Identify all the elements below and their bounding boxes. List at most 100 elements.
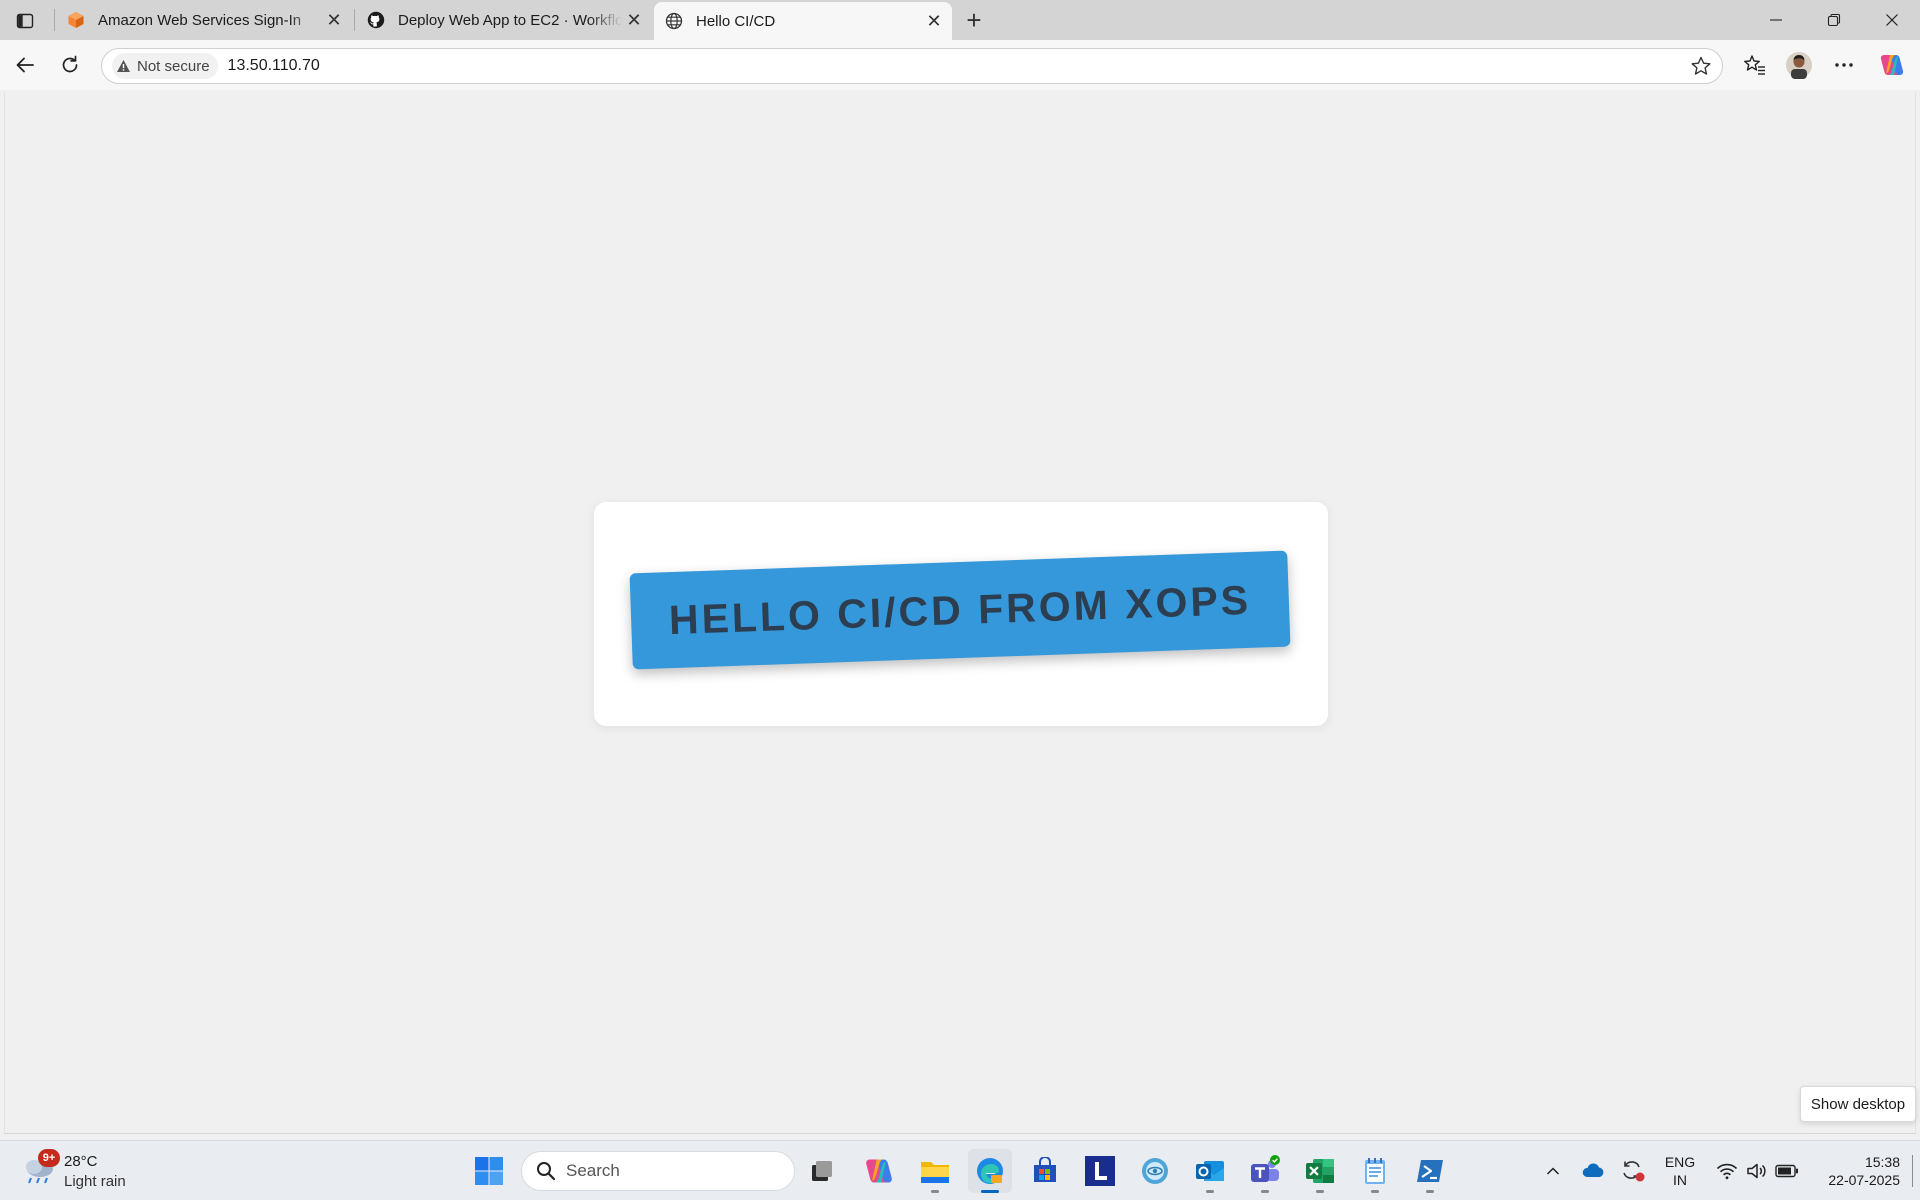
start-button[interactable] bbox=[467, 1149, 511, 1193]
chevron-up-icon bbox=[1546, 1167, 1560, 1175]
profile-button[interactable] bbox=[1782, 48, 1816, 82]
system-clock[interactable]: 15:38 22-07-2025 bbox=[1810, 1153, 1900, 1189]
aws-cube-icon bbox=[66, 10, 86, 30]
excel-icon bbox=[1306, 1159, 1334, 1183]
sync-alert-icon bbox=[1623, 1161, 1645, 1182]
onedrive-tray-button[interactable] bbox=[1578, 1155, 1608, 1187]
tab-separator bbox=[354, 9, 355, 31]
notepad-icon bbox=[1365, 1158, 1385, 1184]
show-desktop-tooltip: Show desktop bbox=[1800, 1086, 1916, 1122]
taskbar-search[interactable]: Search bbox=[521, 1151, 795, 1191]
microsoft-store-icon bbox=[1034, 1157, 1056, 1182]
powershell-button[interactable] bbox=[1408, 1149, 1452, 1193]
restore-button[interactable] bbox=[1806, 0, 1862, 40]
copilot-button[interactable] bbox=[1875, 48, 1909, 82]
file-explorer-icon bbox=[921, 1162, 949, 1183]
battery-tray-button[interactable] bbox=[1772, 1155, 1802, 1187]
vpn-app-button[interactable] bbox=[1133, 1149, 1177, 1193]
l-app-button[interactable] bbox=[1078, 1149, 1122, 1193]
settings-and-more-button[interactable] bbox=[1827, 48, 1861, 82]
input-language-indicator[interactable]: ENG IN bbox=[1655, 1153, 1705, 1189]
close-tab-icon[interactable]: ✕ bbox=[922, 9, 946, 33]
minimize-icon bbox=[1770, 19, 1782, 21]
weather-temperature: 28°C bbox=[64, 1153, 98, 1170]
close-window-button[interactable] bbox=[1864, 0, 1920, 40]
task-view-icon bbox=[812, 1161, 832, 1181]
tab-hello-cicd[interactable]: Hello CI/CD ✕ bbox=[654, 2, 952, 40]
refresh-icon bbox=[62, 55, 78, 73]
copilot-icon bbox=[866, 1159, 892, 1183]
site-info-button[interactable]: Not secure bbox=[112, 53, 218, 79]
content-card: HELLO CI/CD FROM XOPS bbox=[594, 502, 1328, 726]
windows-start-icon bbox=[475, 1157, 503, 1185]
close-tab-icon[interactable]: ✕ bbox=[622, 8, 646, 32]
notification-badge: 9+ bbox=[38, 1149, 60, 1167]
running-indicator bbox=[931, 1190, 939, 1193]
file-explorer-button[interactable] bbox=[913, 1149, 957, 1193]
minimize-button[interactable] bbox=[1748, 0, 1804, 40]
warning-icon bbox=[117, 60, 130, 72]
back-button[interactable] bbox=[8, 48, 42, 82]
teams-button[interactable] bbox=[1243, 1149, 1287, 1193]
microsoft-store-button[interactable] bbox=[1023, 1149, 1067, 1193]
l-app-icon bbox=[1085, 1156, 1115, 1186]
search-placeholder: Search bbox=[566, 1161, 620, 1180]
tab-aws-sign-in[interactable]: Amazon Web Services Sign-In ✕ bbox=[56, 0, 352, 40]
copilot-icon bbox=[1880, 55, 1904, 75]
favorite-star-icon[interactable] bbox=[1690, 55, 1712, 82]
sidebar-layout-icon bbox=[16, 13, 34, 29]
task-view-button[interactable] bbox=[800, 1149, 844, 1193]
running-indicator bbox=[1316, 1190, 1324, 1193]
battery-icon bbox=[1775, 1164, 1798, 1178]
restore-icon bbox=[1827, 13, 1841, 27]
not-secure-label: Not secure bbox=[137, 57, 210, 75]
hello-banner: HELLO CI/CD FROM XOPS bbox=[629, 550, 1291, 670]
new-tab-button[interactable]: + bbox=[958, 4, 990, 36]
network-tray-button[interactable] bbox=[1712, 1155, 1742, 1187]
tab-github-workflow[interactable]: Deploy Web App to EC2 · Workflow ✕ bbox=[356, 0, 652, 40]
page-heading: HELLO CI/CD FROM XOPS bbox=[668, 576, 1252, 643]
browser-toolbar: Not secure 13.50.110.70 bbox=[0, 40, 1920, 90]
globe-icon bbox=[664, 11, 684, 31]
running-indicator bbox=[1206, 1190, 1214, 1193]
wifi-icon bbox=[1716, 1163, 1738, 1180]
language-code: ENG bbox=[1664, 1154, 1696, 1170]
github-icon bbox=[366, 10, 386, 30]
vpn-app-icon bbox=[1142, 1158, 1168, 1184]
outlook-icon bbox=[1196, 1161, 1224, 1181]
taskbar: 9+ 28°C Light rain Search ENG IN 15:38 2… bbox=[0, 1140, 1920, 1200]
show-desktop-button[interactable] bbox=[1912, 1155, 1913, 1187]
close-tab-icon[interactable]: ✕ bbox=[322, 8, 346, 32]
teams-icon bbox=[1251, 1155, 1280, 1182]
url-text[interactable]: 13.50.110.70 bbox=[228, 57, 320, 75]
show-hidden-icons-button[interactable] bbox=[1538, 1155, 1568, 1187]
edge-taskbar-button[interactable] bbox=[968, 1149, 1012, 1193]
excel-button[interactable] bbox=[1298, 1149, 1342, 1193]
favorites-button[interactable] bbox=[1738, 48, 1772, 82]
plus-icon: + bbox=[966, 4, 982, 35]
running-indicator bbox=[1371, 1190, 1379, 1193]
refresh-button[interactable] bbox=[53, 48, 87, 82]
tab-title: Hello CI/CD bbox=[696, 12, 776, 30]
address-bar[interactable]: Not secure 13.50.110.70 bbox=[101, 48, 1723, 84]
weather-widget[interactable]: 9+ 28°C Light rain bbox=[22, 1149, 142, 1193]
powershell-icon bbox=[1417, 1160, 1443, 1182]
notepad-button[interactable] bbox=[1353, 1149, 1397, 1193]
onedrive-cloud-icon bbox=[1582, 1163, 1604, 1177]
outlook-button[interactable] bbox=[1188, 1149, 1232, 1193]
speaker-icon bbox=[1747, 1163, 1766, 1179]
sync-tray-button[interactable] bbox=[1618, 1155, 1648, 1187]
tab-actions-button[interactable] bbox=[8, 6, 42, 36]
tab-title: Deploy Web App to EC2 · Workflow bbox=[398, 11, 622, 29]
weather-condition: Light rain bbox=[64, 1173, 126, 1190]
volume-tray-button[interactable] bbox=[1742, 1155, 1772, 1187]
search-icon bbox=[537, 1162, 556, 1181]
page-viewport: HELLO CI/CD FROM XOPS bbox=[4, 92, 1916, 1134]
running-indicator bbox=[1426, 1190, 1434, 1193]
region-code: IN bbox=[1673, 1172, 1687, 1188]
edge-icon bbox=[977, 1158, 1003, 1184]
back-arrow-icon bbox=[16, 57, 34, 73]
favorites-list-icon bbox=[1744, 55, 1765, 75]
running-indicator bbox=[981, 1190, 999, 1193]
copilot-taskbar-button[interactable] bbox=[857, 1149, 901, 1193]
